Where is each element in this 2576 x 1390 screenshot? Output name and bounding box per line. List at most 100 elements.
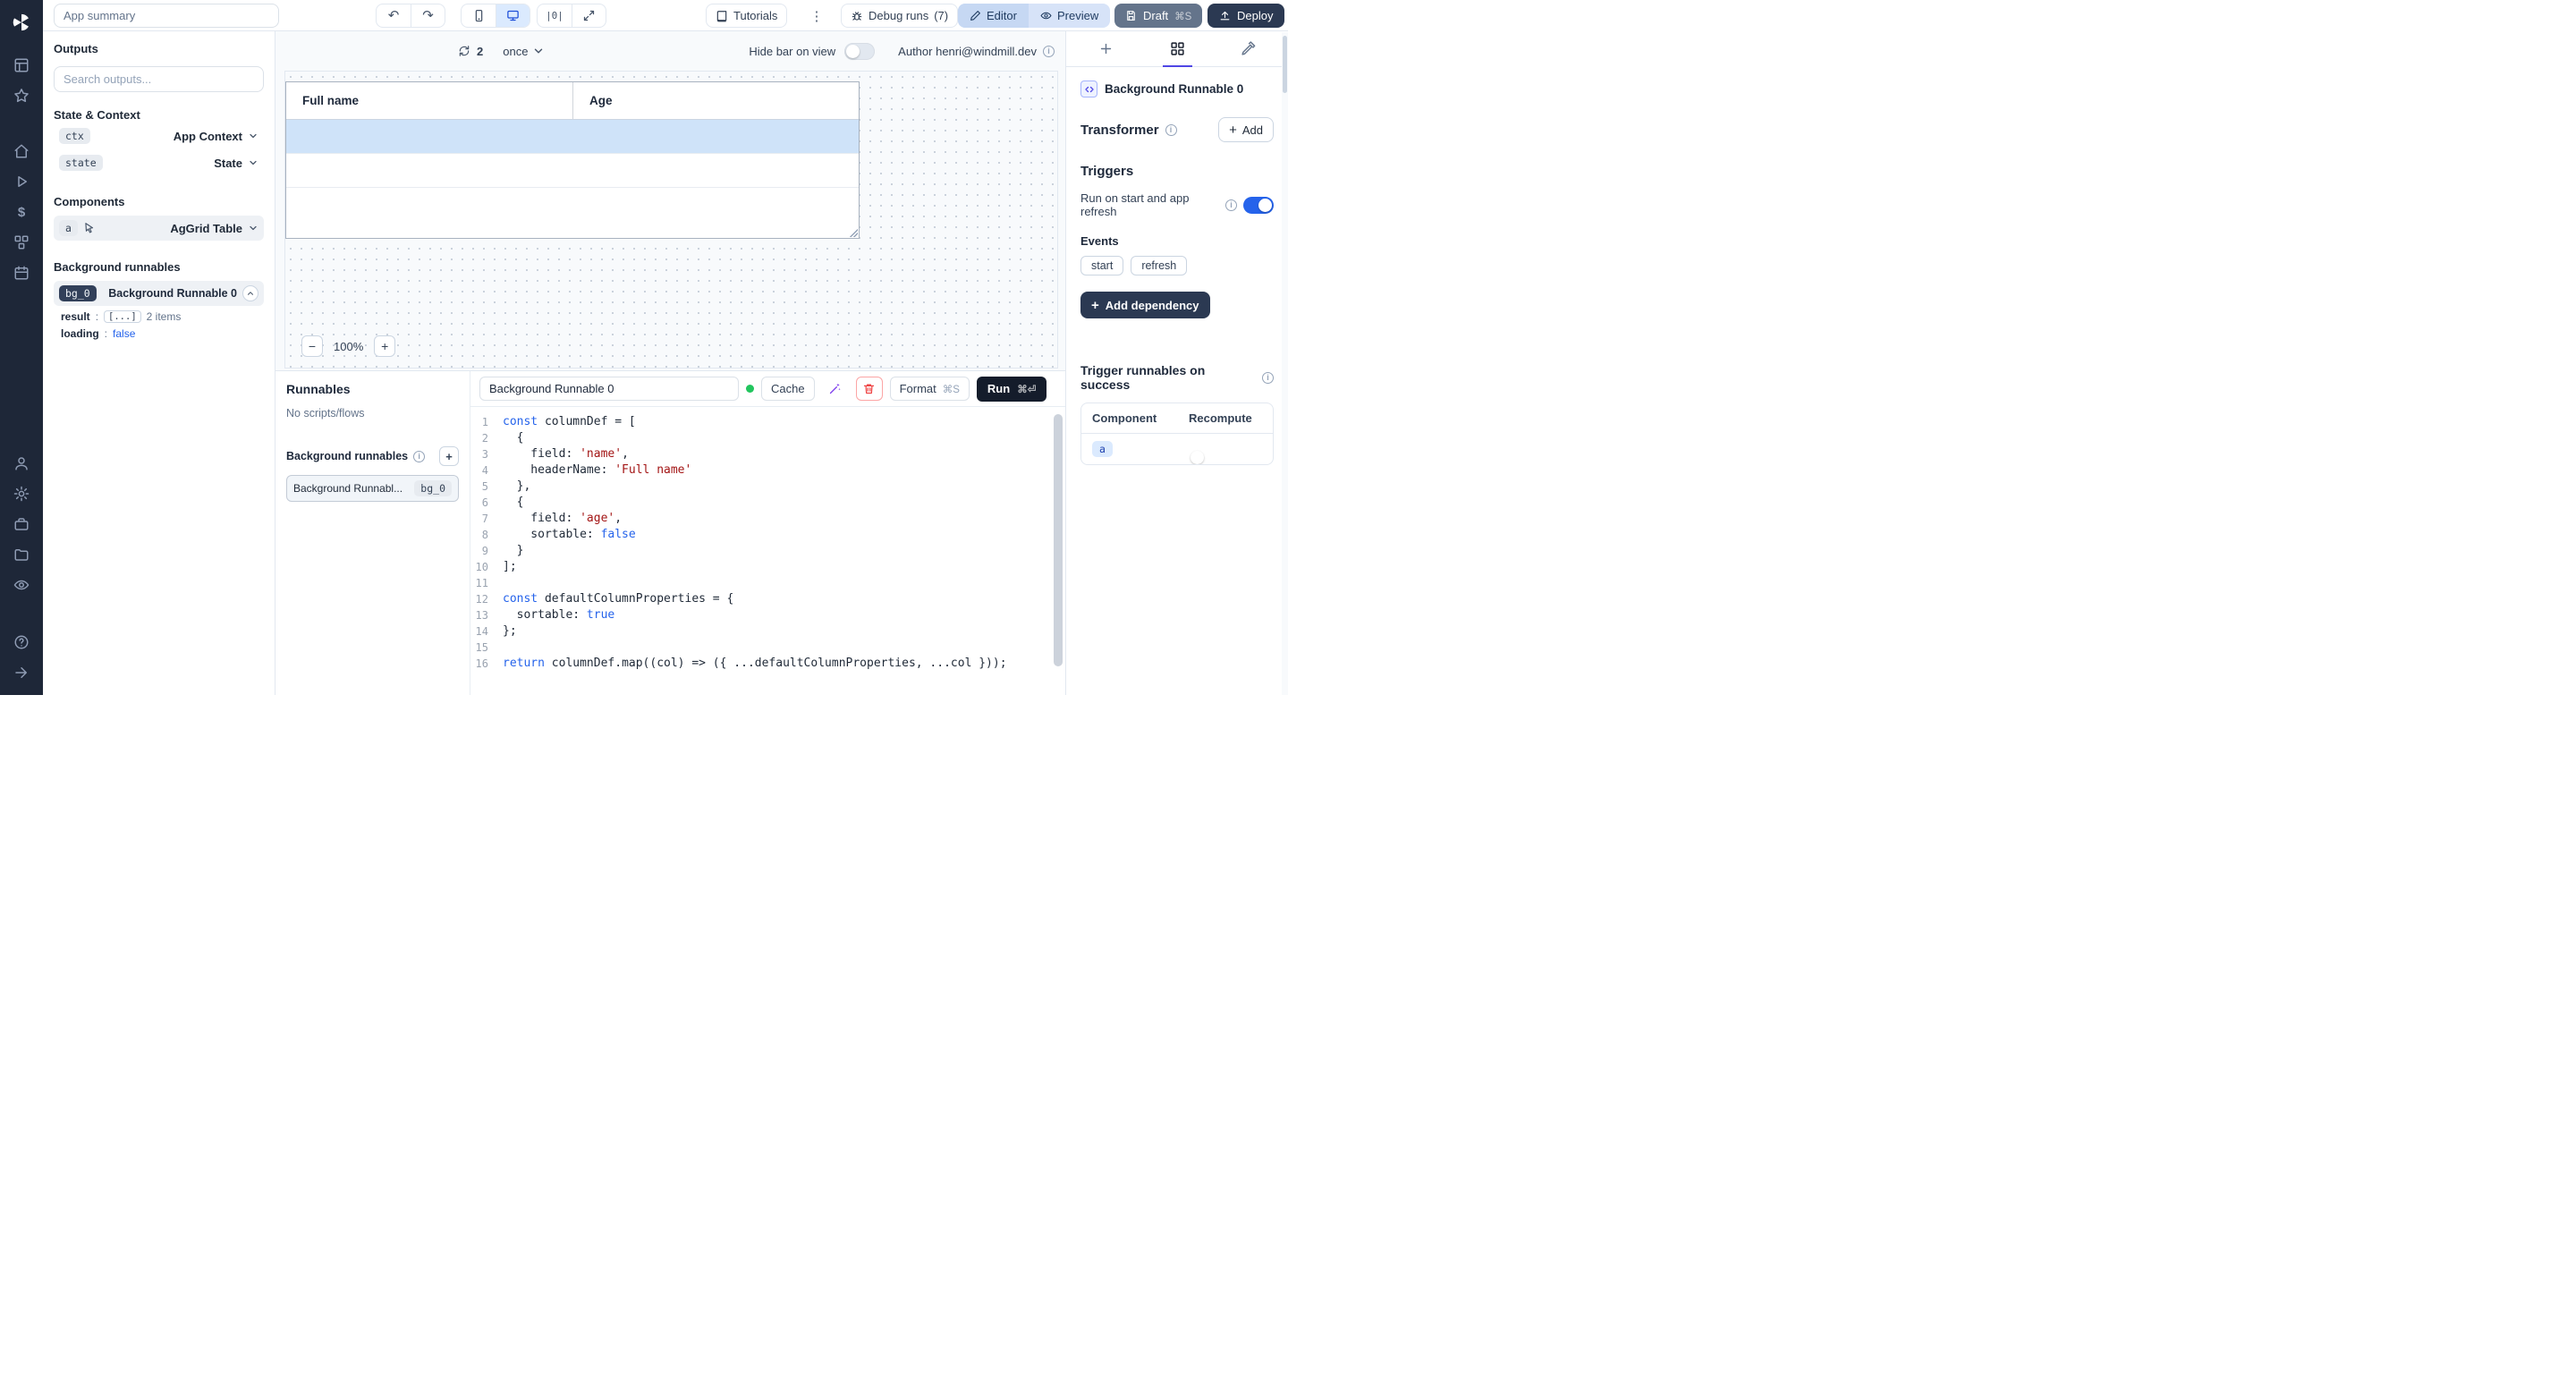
styling-icon (1241, 41, 1256, 56)
deploy-icon (1219, 10, 1231, 21)
add-runnable-button[interactable]: + (439, 446, 459, 466)
col-header-recompute: Recompute (1189, 411, 1262, 425)
page-scrollbar-thumb[interactable] (1283, 36, 1287, 93)
chevron-down-icon (532, 45, 545, 57)
help-icon[interactable] (0, 627, 43, 657)
desktop-view-icon[interactable] (496, 4, 530, 27)
zoom-in-button[interactable]: + (374, 335, 395, 357)
bg0-row[interactable]: bg_0 Background Runnable 0 (54, 281, 264, 306)
bg0-label: Background Runnable 0 (108, 287, 237, 300)
runnable-item-bg0[interactable]: Background Runnabl... bg_0 (286, 475, 459, 502)
trigger-success-title: Trigger runnables on success (1080, 363, 1256, 392)
more-menu-icon[interactable]: ⋮ (806, 4, 827, 28)
format-button[interactable]: Format ⌘S (890, 377, 970, 401)
resize-handle[interactable] (849, 228, 858, 237)
trigger-success-info-icon[interactable] (1262, 372, 1274, 384)
tab-insert-component[interactable] (1091, 31, 1121, 66)
home-icon[interactable] (0, 136, 43, 166)
undo-icon[interactable]: ↶ (377, 4, 411, 27)
selected-runnable-header: Background Runnable 0 (1080, 81, 1274, 97)
book-icon (716, 10, 728, 22)
aggrid-row[interactable] (286, 188, 859, 234)
topbar: ↶ ↷ |0| Tutorials ⋮ Debug runs (7) (43, 0, 1288, 31)
editor-scrollbar[interactable] (1054, 414, 1063, 666)
tutorials-button[interactable]: Tutorials (706, 4, 787, 28)
collapse-sidebar-icon[interactable] (0, 657, 43, 688)
audit-eye-icon[interactable] (0, 570, 43, 600)
code-lines[interactable]: 1const columnDef = [2 {3 field: 'name',4… (470, 407, 1065, 672)
state-context-title: State & Context (54, 108, 264, 122)
hide-bar-toggle[interactable] (844, 43, 875, 60)
search-outputs-input[interactable] (54, 66, 264, 92)
tab-component-settings[interactable] (1163, 31, 1192, 66)
magic-wand-icon (828, 382, 842, 395)
expand-result-button[interactable]: [...] (104, 310, 141, 323)
tab-preview[interactable]: Preview (1029, 4, 1110, 28)
chevron-down-icon (248, 157, 258, 168)
transformer-info-icon[interactable] (1165, 124, 1177, 136)
frequency-select[interactable]: once (503, 45, 545, 58)
settings-icon[interactable] (0, 479, 43, 509)
ai-wand-button[interactable] (822, 377, 849, 401)
refresh-count: 2 (477, 45, 483, 58)
users-icon[interactable] (0, 448, 43, 479)
variables-icon[interactable]: $ (0, 197, 43, 227)
runs-icon[interactable] (0, 166, 43, 197)
component-a-badge: a (59, 220, 78, 236)
status-dot (746, 385, 754, 393)
aggrid-row[interactable] (286, 154, 859, 188)
bottom-panel: Runnables No scripts/flows Background ru… (275, 370, 1065, 695)
outputs-panel: Outputs State & Context ctx App Context … (43, 31, 275, 695)
hide-bar-label: Hide bar on view (749, 45, 835, 58)
collapse-bg0-button[interactable] (242, 285, 258, 301)
add-transformer-button[interactable]: + Add (1218, 117, 1274, 142)
canvas-toolbar: 2 once Hide bar on view Author henri@win… (275, 31, 1065, 71)
favorites-icon[interactable] (0, 81, 43, 111)
center-align-icon[interactable]: |0| (538, 4, 572, 27)
run-on-start-info-icon[interactable] (1225, 199, 1237, 211)
code-editor-panel: Cache Format ⌘S Run ⌘⏎ 1const columnDef … (470, 371, 1065, 695)
runnable-item-badge: bg_0 (414, 480, 452, 496)
redo-icon[interactable]: ↷ (411, 4, 445, 27)
refresh-count-button[interactable]: 2 (451, 41, 490, 62)
aggrid-table-component[interactable]: Full name Age (285, 81, 860, 239)
folders-icon[interactable] (0, 539, 43, 570)
ctx-label: App Context (174, 130, 242, 143)
tab-styling[interactable] (1233, 31, 1263, 66)
state-badge: state (59, 155, 103, 171)
apps-icon[interactable] (0, 50, 43, 81)
bg-runnables-info-icon[interactable] (413, 451, 425, 462)
delete-runnable-button[interactable] (856, 377, 883, 401)
save-icon (1125, 10, 1137, 21)
page-scrollbar[interactable] (1282, 32, 1288, 695)
draft-button[interactable]: Draft ⌘S (1114, 4, 1202, 28)
bug-icon (851, 10, 863, 22)
author-label: Author henri@windmill.dev (898, 45, 1037, 58)
aggrid-row-selected[interactable] (286, 120, 859, 154)
sidebar: $ (0, 0, 43, 695)
windmill-logo[interactable] (0, 7, 43, 38)
state-row[interactable]: state State (54, 150, 264, 175)
workspace-icon[interactable] (0, 509, 43, 539)
zoom-out-button[interactable]: − (301, 335, 323, 357)
canvas-grid[interactable]: Full name Age − 100% + (284, 71, 1058, 369)
aggrid-header-fullname[interactable]: Full name (286, 82, 573, 119)
resources-icon[interactable] (0, 227, 43, 258)
component-a-row[interactable]: a AgGrid Table (54, 216, 264, 241)
schedules-icon[interactable] (0, 258, 43, 288)
mobile-view-icon[interactable] (462, 4, 496, 27)
tab-editor[interactable]: Editor (958, 4, 1029, 28)
fullscreen-icon[interactable] (572, 4, 606, 27)
add-dependency-button[interactable]: + Add dependency (1080, 292, 1210, 318)
run-on-start-toggle[interactable] (1243, 197, 1274, 214)
cache-button[interactable]: Cache (761, 377, 815, 401)
deploy-button[interactable]: Deploy (1208, 4, 1284, 28)
runnable-name-input[interactable] (479, 377, 739, 401)
transformer-title: Transformer (1080, 123, 1159, 138)
aggrid-header-age[interactable]: Age (573, 82, 629, 119)
author-info-icon[interactable] (1043, 46, 1055, 57)
run-button[interactable]: Run ⌘⏎ (977, 377, 1046, 402)
debug-runs-button[interactable]: Debug runs (7) (841, 4, 958, 28)
app-summary-input[interactable] (54, 4, 279, 28)
ctx-row[interactable]: ctx App Context (54, 123, 264, 148)
